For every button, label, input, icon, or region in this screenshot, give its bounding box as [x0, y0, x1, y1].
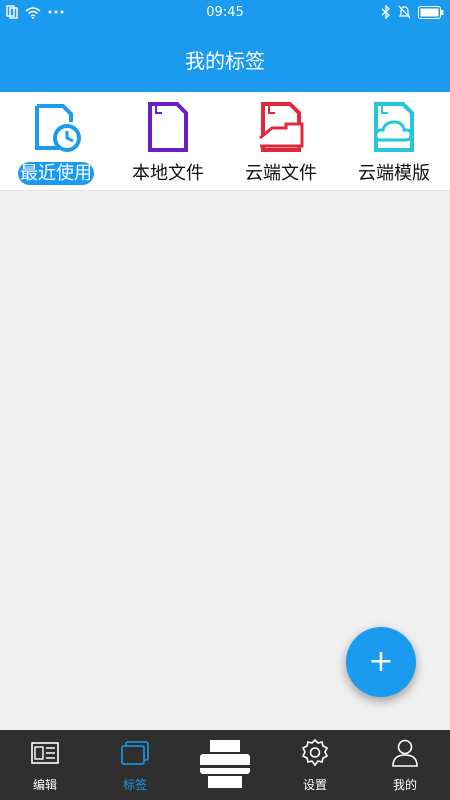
category-local-label: 本地文件 [132, 163, 204, 184]
recent-file-icon [35, 104, 81, 152]
tab-mine[interactable]: 我的 [360, 730, 450, 800]
tab-settings[interactable]: 设置 [270, 730, 360, 800]
tab-edit[interactable]: 编辑 [0, 730, 90, 800]
category-recent-label: 最近使用 [18, 162, 94, 185]
cloud-template-icon [374, 102, 414, 152]
battery-icon [418, 5, 444, 19]
category-cloud-file[interactable]: 云端文件 [225, 92, 337, 190]
tab-labels[interactable]: 标签 [90, 730, 180, 800]
category-cloud-template-label: 云端模版 [358, 163, 430, 184]
cloud-file-icon [259, 102, 304, 152]
category-recent[interactable]: 最近使用 [0, 92, 112, 190]
local-file-icon [148, 102, 188, 152]
edit-icon [31, 742, 59, 764]
page-title: 我的标签 [185, 48, 265, 73]
labels-icon [121, 741, 149, 765]
category-local[interactable]: 本地文件 [112, 92, 224, 190]
tab-labels-label: 标签 [122, 778, 147, 792]
category-cloud-file-label: 云端文件 [245, 163, 317, 184]
status-bar: 09:45 [0, 0, 450, 26]
bluetooth-icon [381, 5, 390, 19]
bell-off-icon [398, 5, 411, 19]
tab-mine-label: 我的 [392, 778, 417, 792]
tab-settings-label: 设置 [302, 778, 327, 792]
category-cloud-template[interactable]: 云端模版 [338, 92, 450, 190]
gear-icon [301, 738, 329, 767]
printer-icon[interactable] [196, 738, 254, 790]
category-bar: 最近使用 本地文件 云端文件 云端模版 [0, 92, 450, 191]
user-icon [392, 739, 418, 767]
app-header: 我的标签 [0, 26, 450, 92]
tab-edit-label: 编辑 [32, 778, 57, 792]
status-right-icons [381, 5, 444, 19]
add-button[interactable]: + [346, 627, 416, 697]
